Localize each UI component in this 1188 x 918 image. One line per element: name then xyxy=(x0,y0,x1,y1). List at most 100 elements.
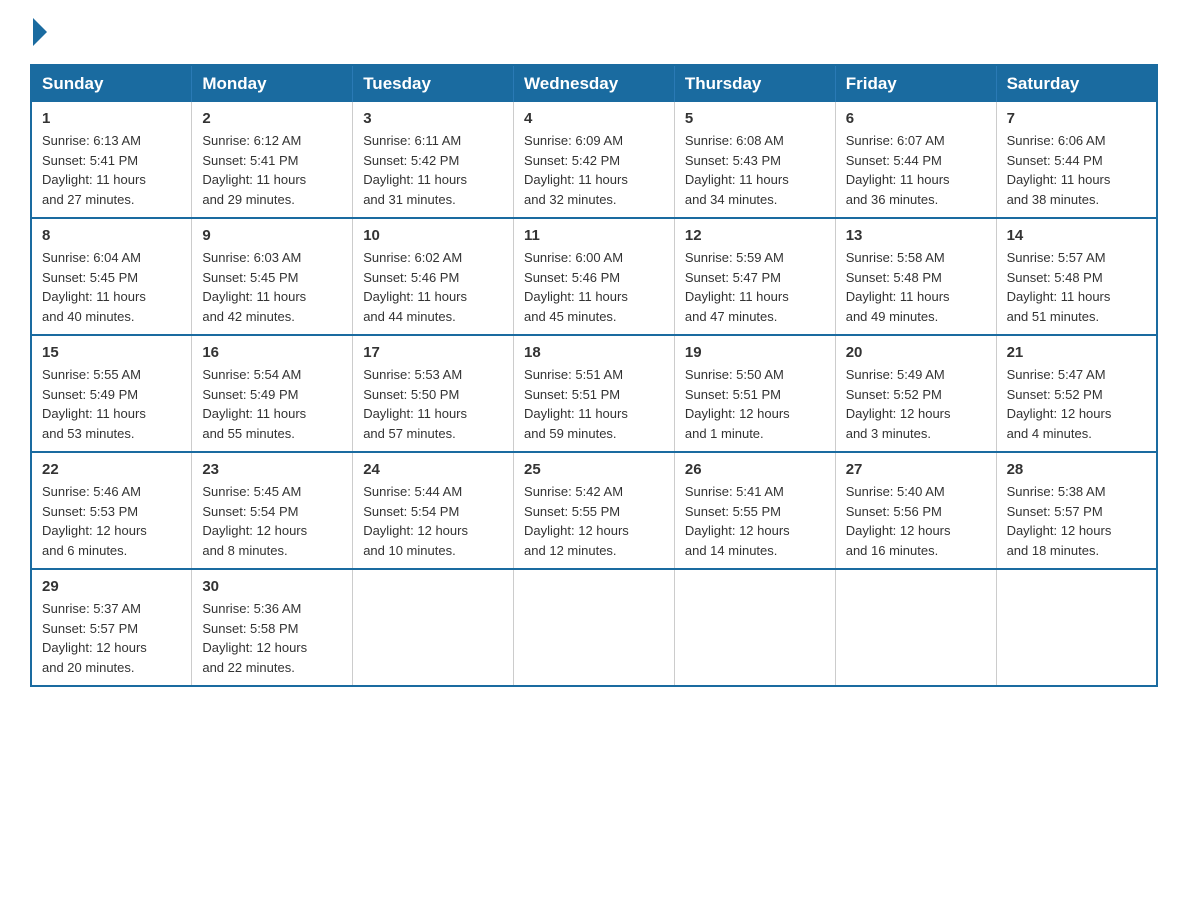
calendar-header-wednesday: Wednesday xyxy=(514,65,675,102)
calendar-cell: 24 Sunrise: 5:44 AMSunset: 5:54 PMDaylig… xyxy=(353,452,514,569)
day-info: Sunrise: 6:06 AMSunset: 5:44 PMDaylight:… xyxy=(1007,131,1146,209)
calendar-header-monday: Monday xyxy=(192,65,353,102)
calendar-cell: 21 Sunrise: 5:47 AMSunset: 5:52 PMDaylig… xyxy=(996,335,1157,452)
day-info: Sunrise: 6:00 AMSunset: 5:46 PMDaylight:… xyxy=(524,248,664,326)
day-info: Sunrise: 5:38 AMSunset: 5:57 PMDaylight:… xyxy=(1007,482,1146,560)
day-info: Sunrise: 5:55 AMSunset: 5:49 PMDaylight:… xyxy=(42,365,181,443)
day-info: Sunrise: 5:41 AMSunset: 5:55 PMDaylight:… xyxy=(685,482,825,560)
calendar-header-friday: Friday xyxy=(835,65,996,102)
day-number: 24 xyxy=(363,461,503,478)
page-header xyxy=(30,20,1158,48)
calendar-cell: 22 Sunrise: 5:46 AMSunset: 5:53 PMDaylig… xyxy=(31,452,192,569)
calendar-cell: 14 Sunrise: 5:57 AMSunset: 5:48 PMDaylig… xyxy=(996,218,1157,335)
calendar-cell: 26 Sunrise: 5:41 AMSunset: 5:55 PMDaylig… xyxy=(674,452,835,569)
calendar-cell: 4 Sunrise: 6:09 AMSunset: 5:42 PMDayligh… xyxy=(514,102,675,218)
calendar-cell: 25 Sunrise: 5:42 AMSunset: 5:55 PMDaylig… xyxy=(514,452,675,569)
day-number: 30 xyxy=(202,578,342,595)
day-info: Sunrise: 5:59 AMSunset: 5:47 PMDaylight:… xyxy=(685,248,825,326)
day-number: 16 xyxy=(202,344,342,361)
calendar-week-row: 22 Sunrise: 5:46 AMSunset: 5:53 PMDaylig… xyxy=(31,452,1157,569)
day-number: 27 xyxy=(846,461,986,478)
calendar-header-tuesday: Tuesday xyxy=(353,65,514,102)
calendar-cell: 16 Sunrise: 5:54 AMSunset: 5:49 PMDaylig… xyxy=(192,335,353,452)
calendar-cell: 10 Sunrise: 6:02 AMSunset: 5:46 PMDaylig… xyxy=(353,218,514,335)
day-number: 10 xyxy=(363,227,503,244)
day-number: 9 xyxy=(202,227,342,244)
day-number: 12 xyxy=(685,227,825,244)
day-number: 18 xyxy=(524,344,664,361)
day-info: Sunrise: 6:11 AMSunset: 5:42 PMDaylight:… xyxy=(363,131,503,209)
day-number: 22 xyxy=(42,461,181,478)
calendar-cell: 17 Sunrise: 5:53 AMSunset: 5:50 PMDaylig… xyxy=(353,335,514,452)
calendar-cell: 18 Sunrise: 5:51 AMSunset: 5:51 PMDaylig… xyxy=(514,335,675,452)
day-number: 15 xyxy=(42,344,181,361)
day-info: Sunrise: 5:36 AMSunset: 5:58 PMDaylight:… xyxy=(202,599,342,677)
day-info: Sunrise: 5:40 AMSunset: 5:56 PMDaylight:… xyxy=(846,482,986,560)
day-number: 29 xyxy=(42,578,181,595)
calendar-cell: 27 Sunrise: 5:40 AMSunset: 5:56 PMDaylig… xyxy=(835,452,996,569)
day-number: 8 xyxy=(42,227,181,244)
day-number: 7 xyxy=(1007,110,1146,127)
calendar-cell xyxy=(835,569,996,686)
calendar-header-saturday: Saturday xyxy=(996,65,1157,102)
day-info: Sunrise: 5:46 AMSunset: 5:53 PMDaylight:… xyxy=(42,482,181,560)
day-number: 28 xyxy=(1007,461,1146,478)
day-info: Sunrise: 5:45 AMSunset: 5:54 PMDaylight:… xyxy=(202,482,342,560)
day-number: 13 xyxy=(846,227,986,244)
calendar-cell: 11 Sunrise: 6:00 AMSunset: 5:46 PMDaylig… xyxy=(514,218,675,335)
calendar-cell: 12 Sunrise: 5:59 AMSunset: 5:47 PMDaylig… xyxy=(674,218,835,335)
day-info: Sunrise: 6:07 AMSunset: 5:44 PMDaylight:… xyxy=(846,131,986,209)
day-number: 23 xyxy=(202,461,342,478)
day-info: Sunrise: 6:03 AMSunset: 5:45 PMDaylight:… xyxy=(202,248,342,326)
day-info: Sunrise: 6:04 AMSunset: 5:45 PMDaylight:… xyxy=(42,248,181,326)
day-number: 3 xyxy=(363,110,503,127)
calendar-cell: 7 Sunrise: 6:06 AMSunset: 5:44 PMDayligh… xyxy=(996,102,1157,218)
calendar-cell xyxy=(353,569,514,686)
calendar-cell: 8 Sunrise: 6:04 AMSunset: 5:45 PMDayligh… xyxy=(31,218,192,335)
calendar-cell xyxy=(674,569,835,686)
day-info: Sunrise: 6:02 AMSunset: 5:46 PMDaylight:… xyxy=(363,248,503,326)
day-number: 2 xyxy=(202,110,342,127)
calendar-table: SundayMondayTuesdayWednesdayThursdayFrid… xyxy=(30,64,1158,687)
day-info: Sunrise: 5:37 AMSunset: 5:57 PMDaylight:… xyxy=(42,599,181,677)
day-info: Sunrise: 5:53 AMSunset: 5:50 PMDaylight:… xyxy=(363,365,503,443)
day-info: Sunrise: 5:58 AMSunset: 5:48 PMDaylight:… xyxy=(846,248,986,326)
calendar-header-thursday: Thursday xyxy=(674,65,835,102)
calendar-header-sunday: Sunday xyxy=(31,65,192,102)
calendar-cell: 15 Sunrise: 5:55 AMSunset: 5:49 PMDaylig… xyxy=(31,335,192,452)
calendar-cell xyxy=(514,569,675,686)
calendar-cell: 9 Sunrise: 6:03 AMSunset: 5:45 PMDayligh… xyxy=(192,218,353,335)
day-info: Sunrise: 5:50 AMSunset: 5:51 PMDaylight:… xyxy=(685,365,825,443)
day-info: Sunrise: 5:44 AMSunset: 5:54 PMDaylight:… xyxy=(363,482,503,560)
day-info: Sunrise: 5:54 AMSunset: 5:49 PMDaylight:… xyxy=(202,365,342,443)
day-info: Sunrise: 5:49 AMSunset: 5:52 PMDaylight:… xyxy=(846,365,986,443)
day-info: Sunrise: 6:08 AMSunset: 5:43 PMDaylight:… xyxy=(685,131,825,209)
day-number: 19 xyxy=(685,344,825,361)
calendar-week-row: 29 Sunrise: 5:37 AMSunset: 5:57 PMDaylig… xyxy=(31,569,1157,686)
calendar-cell: 3 Sunrise: 6:11 AMSunset: 5:42 PMDayligh… xyxy=(353,102,514,218)
day-info: Sunrise: 6:13 AMSunset: 5:41 PMDaylight:… xyxy=(42,131,181,209)
day-number: 20 xyxy=(846,344,986,361)
calendar-cell: 2 Sunrise: 6:12 AMSunset: 5:41 PMDayligh… xyxy=(192,102,353,218)
calendar-cell: 19 Sunrise: 5:50 AMSunset: 5:51 PMDaylig… xyxy=(674,335,835,452)
day-number: 1 xyxy=(42,110,181,127)
calendar-week-row: 8 Sunrise: 6:04 AMSunset: 5:45 PMDayligh… xyxy=(31,218,1157,335)
calendar-cell: 5 Sunrise: 6:08 AMSunset: 5:43 PMDayligh… xyxy=(674,102,835,218)
calendar-cell: 1 Sunrise: 6:13 AMSunset: 5:41 PMDayligh… xyxy=(31,102,192,218)
day-info: Sunrise: 6:12 AMSunset: 5:41 PMDaylight:… xyxy=(202,131,342,209)
day-info: Sunrise: 5:47 AMSunset: 5:52 PMDaylight:… xyxy=(1007,365,1146,443)
day-info: Sunrise: 6:09 AMSunset: 5:42 PMDaylight:… xyxy=(524,131,664,209)
calendar-cell: 20 Sunrise: 5:49 AMSunset: 5:52 PMDaylig… xyxy=(835,335,996,452)
calendar-cell xyxy=(996,569,1157,686)
logo xyxy=(30,20,47,48)
calendar-cell: 29 Sunrise: 5:37 AMSunset: 5:57 PMDaylig… xyxy=(31,569,192,686)
day-number: 11 xyxy=(524,227,664,244)
day-number: 26 xyxy=(685,461,825,478)
day-number: 14 xyxy=(1007,227,1146,244)
day-info: Sunrise: 5:57 AMSunset: 5:48 PMDaylight:… xyxy=(1007,248,1146,326)
calendar-cell: 28 Sunrise: 5:38 AMSunset: 5:57 PMDaylig… xyxy=(996,452,1157,569)
day-number: 21 xyxy=(1007,344,1146,361)
calendar-header-row: SundayMondayTuesdayWednesdayThursdayFrid… xyxy=(31,65,1157,102)
calendar-cell: 30 Sunrise: 5:36 AMSunset: 5:58 PMDaylig… xyxy=(192,569,353,686)
calendar-cell: 13 Sunrise: 5:58 AMSunset: 5:48 PMDaylig… xyxy=(835,218,996,335)
